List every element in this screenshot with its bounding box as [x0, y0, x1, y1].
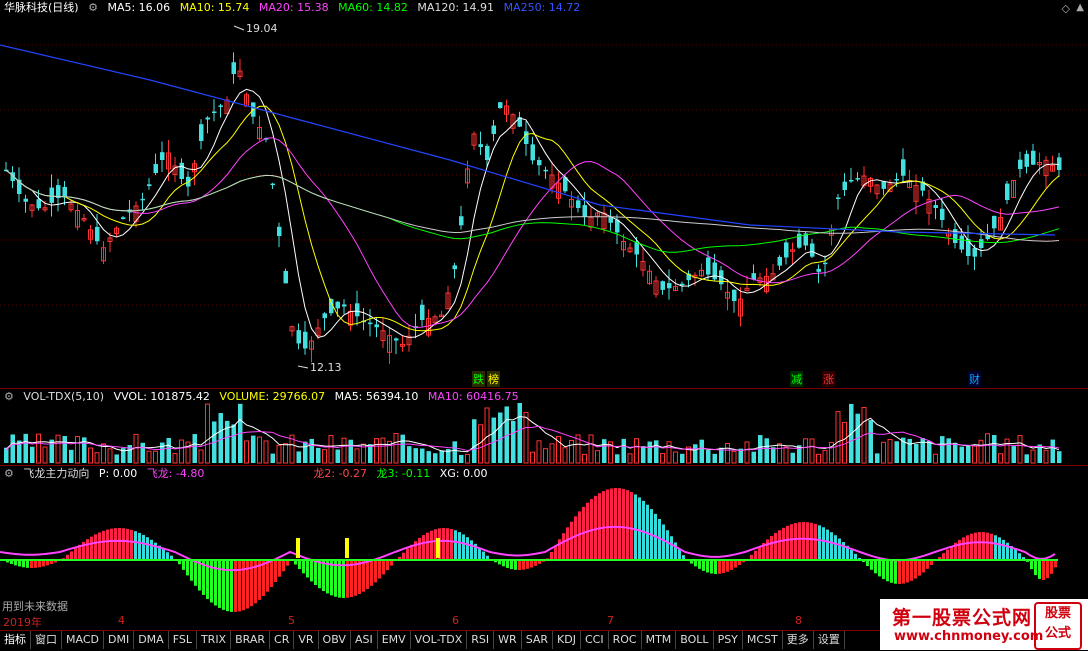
- tab-10[interactable]: OBV: [319, 631, 351, 649]
- tab-13[interactable]: VOL-TDX: [411, 631, 468, 649]
- high-price-label: 19.04: [246, 22, 278, 35]
- tab-11[interactable]: ASI: [351, 631, 378, 649]
- tab-21[interactable]: BOLL: [676, 631, 714, 649]
- volume-chart[interactable]: [0, 389, 1088, 465]
- tab-20[interactable]: MTM: [642, 631, 677, 649]
- price-panel[interactable]: 华脉科技(日线) ⚙ MA5: 16.06 MA10: 15.74 MA20: …: [0, 0, 1088, 388]
- date-may: 5: [288, 614, 295, 627]
- tab-6[interactable]: TRIX: [197, 631, 232, 649]
- tab-16[interactable]: SAR: [522, 631, 554, 649]
- tab-0[interactable]: 指标: [0, 631, 31, 649]
- tab-4[interactable]: DMA: [134, 631, 169, 649]
- date-apr: 4: [118, 614, 125, 627]
- tab-25[interactable]: 设置: [814, 631, 845, 649]
- tab-12[interactable]: EMV: [378, 631, 411, 649]
- tab-14[interactable]: RSI: [467, 631, 495, 649]
- signal-zhang[interactable]: 涨: [822, 371, 835, 387]
- tab-7[interactable]: BRAR: [231, 631, 271, 649]
- date-jul: 7: [607, 614, 614, 627]
- logo-text-1: 股票: [1044, 606, 1071, 621]
- price-chart[interactable]: [0, 0, 1088, 388]
- tab-1[interactable]: 窗口: [31, 631, 62, 649]
- signal-jian[interactable]: 减: [790, 371, 803, 387]
- tab-23[interactable]: MCST: [743, 631, 783, 649]
- watermark-title: 第一股票公式网: [892, 607, 1033, 629]
- low-price-label: 12.13: [310, 361, 342, 374]
- watermark: 第一股票公式网 www.chnmoney.com 股票 公式: [880, 599, 1088, 650]
- tab-9[interactable]: VR: [294, 631, 319, 649]
- date-year: 2019年: [3, 616, 42, 629]
- tab-8[interactable]: CR: [270, 631, 295, 649]
- indicator-panel[interactable]: ⚙ 飞龙主力动向 P: 0.00 飞龙: -4.80 龙2: -0.27 龙3:…: [0, 466, 1088, 613]
- indicator-chart[interactable]: [0, 466, 1088, 613]
- tab-5[interactable]: FSL: [169, 631, 197, 649]
- watermark-logo: 股票 公式: [1034, 602, 1082, 650]
- future-data-note: 用到未来数据: [2, 600, 68, 613]
- tab-2[interactable]: MACD: [62, 631, 104, 649]
- signal-bang[interactable]: 榜: [487, 371, 500, 387]
- volume-panel[interactable]: ⚙ VOL-TDX(5,10) VVOL: 101875.42 VOLUME: …: [0, 389, 1088, 465]
- tab-24[interactable]: 更多: [783, 631, 814, 649]
- signal-cai[interactable]: 财: [968, 371, 981, 387]
- tab-15[interactable]: WR: [494, 631, 522, 649]
- tab-3[interactable]: DMI: [104, 631, 135, 649]
- date-jun: 6: [452, 614, 459, 627]
- tab-22[interactable]: PSY: [714, 631, 743, 649]
- signal-die[interactable]: 跌: [472, 371, 485, 387]
- logo-text-2: 公式: [1044, 626, 1071, 641]
- tab-18[interactable]: CCI: [581, 631, 609, 649]
- watermark-url: www.chnmoney.com: [894, 629, 1044, 644]
- date-aug: 8: [795, 614, 802, 627]
- tab-19[interactable]: ROC: [609, 631, 642, 649]
- tab-17[interactable]: KDJ: [553, 631, 581, 649]
